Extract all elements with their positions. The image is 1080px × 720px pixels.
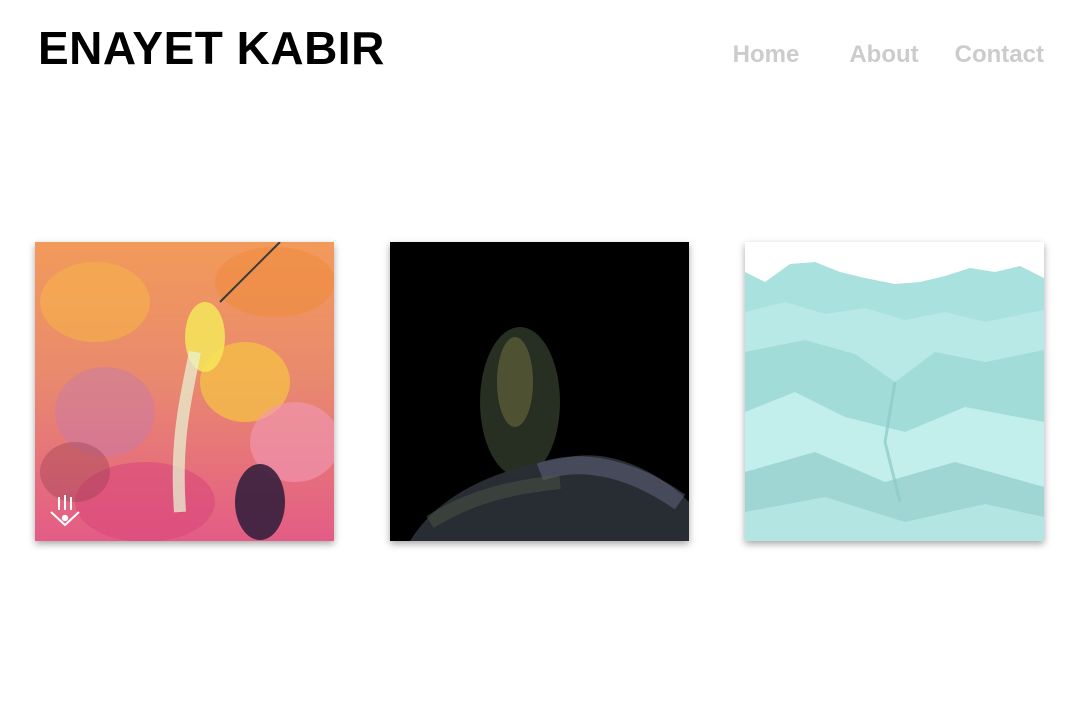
site-title[interactable]: ENAYET KABIR [38, 22, 385, 74]
nav-link-about[interactable]: About [849, 41, 918, 69]
artwork-thumbnail-2[interactable] [390, 242, 689, 541]
artwork-image-1 [35, 242, 334, 541]
artwork-image-2 [390, 242, 689, 541]
nav-link-contact[interactable]: Contact [955, 41, 1044, 69]
artwork-image-3 [745, 242, 1044, 541]
artwork-gallery [35, 242, 1045, 542]
artwork-thumbnail-3[interactable] [745, 242, 1044, 541]
main-nav: Home About Contact [733, 40, 1044, 70]
artwork-thumbnail-1[interactable] [35, 242, 334, 541]
nav-link-home[interactable]: Home [733, 41, 800, 69]
page: ENAYET KABIR Home About Contact [0, 0, 1080, 720]
